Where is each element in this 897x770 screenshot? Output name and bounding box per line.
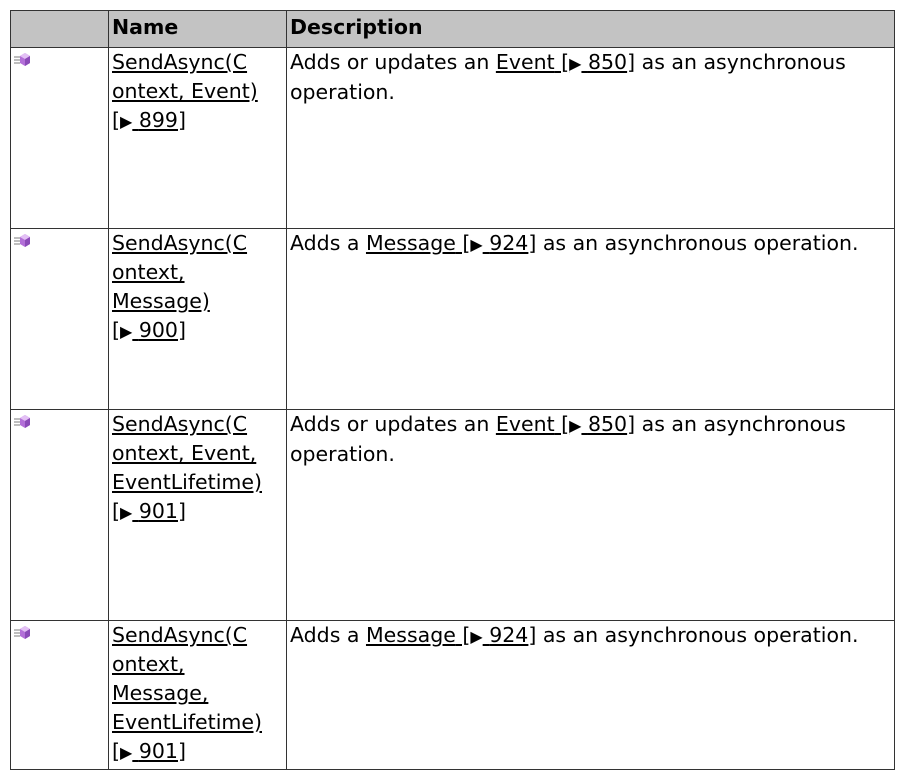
name-cell: SendAsync(C ontext, Event, EventLifetime)[… [108,409,287,621]
page-number: 901 [138,739,178,763]
description-text: Adds or updates an [290,50,496,74]
description-text: Adds a [290,231,366,255]
table-row: SendAsync(C ontext, Event, EventLifetime)[… [10,409,895,621]
description-text: as an asynchronous operation. [536,623,859,647]
description-cell: Adds a Message [▶ 924] as an asynchronou… [286,620,895,770]
public-method-icon [14,50,32,74]
type-link[interactable]: Event [▶ 850] [496,412,635,436]
name-cell: SendAsync(C ontext, Message, EventLifetime)… [108,620,287,770]
method-name-line[interactable]: EventLifetime) [112,708,283,737]
public-method-icon [14,412,32,436]
description-cell: Adds or updates an Event [▶ 850] as an a… [286,47,895,229]
method-name-line[interactable]: Message, [112,679,283,708]
page-number: 901 [138,499,178,523]
icon-cell [10,228,109,410]
method-name-line[interactable]: ontext, Event) [112,77,283,106]
method-name-line[interactable]: SendAsync(C [112,621,283,650]
triangle-right-icon: ▶ [470,627,483,646]
name-cell: SendAsync(C ontext, Message) [▶ 900] [108,228,287,410]
method-name-line[interactable]: Message) [112,287,283,316]
page-number: 924 [489,231,529,255]
icon-cell [10,620,109,770]
methods-table: Name Description SendAsync(C ontext, Even… [10,10,895,770]
method-name-line[interactable]: EventLifetime) [112,468,283,497]
triangle-right-icon: ▶ [470,235,483,254]
type-link-label: Message [365,231,456,255]
method-page-ref[interactable]: [▶ 901] [112,497,283,527]
type-link-label: Event [495,50,555,74]
method-name-line[interactable]: ontext, [112,258,283,287]
triangle-right-icon: ▶ [120,112,133,131]
description-cell: Adds or updates an Event [▶ 850] as an a… [286,409,895,621]
table-header-row: Name Description [10,10,895,48]
method-name-line[interactable]: ontext, Event, [112,439,283,468]
table-row: SendAsync(C ontext, Event) [▶ 899] Adds or … [10,47,895,229]
triangle-right-icon: ▶ [120,743,133,762]
page-number: 850 [587,412,628,436]
page-number: 924 [489,623,529,647]
description-text: Adds a [290,623,366,647]
method-name-line[interactable]: SendAsync(C [112,48,283,77]
method-page-ref[interactable]: [▶ 900] [112,316,283,346]
page-number: 899 [138,108,178,132]
page-number: 900 [138,318,178,342]
name-cell: SendAsync(C ontext, Event) [▶ 899] [108,47,287,229]
method-name-line[interactable]: ontext, [112,650,283,679]
triangle-right-icon: ▶ [120,322,133,341]
icon-cell [10,47,109,229]
table-row: SendAsync(C ontext, Message) [▶ 900] Adds a … [10,228,895,410]
description-text: as an asynchronous operation. [536,231,859,255]
method-page-ref[interactable]: [▶ 901] [112,737,283,767]
icon-column-header [10,10,109,48]
page-number: 850 [587,50,628,74]
description-cell: Adds a Message [▶ 924] as an asynchronou… [286,228,895,410]
triangle-right-icon: ▶ [569,416,582,435]
description-column-header: Description [286,10,895,48]
method-name-line[interactable]: SendAsync(C [112,410,283,439]
description-text: Adds or updates an [290,412,496,436]
triangle-right-icon: ▶ [120,503,133,522]
type-link[interactable]: Message [▶ 924] [366,623,536,647]
icon-cell [10,409,109,621]
type-link[interactable]: Event [▶ 850] [496,50,635,74]
table-row: SendAsync(C ontext, Message, EventLifetime)… [10,620,895,770]
method-page-ref[interactable]: [▶ 899] [112,106,283,136]
name-column-header: Name [108,10,287,48]
triangle-right-icon: ▶ [569,54,582,73]
method-name-line[interactable]: SendAsync(C [112,229,283,258]
public-method-icon [14,231,32,255]
public-method-icon [14,623,32,647]
type-link-label: Message [365,623,456,647]
type-link-label: Event [495,412,555,436]
type-link[interactable]: Message [▶ 924] [366,231,536,255]
